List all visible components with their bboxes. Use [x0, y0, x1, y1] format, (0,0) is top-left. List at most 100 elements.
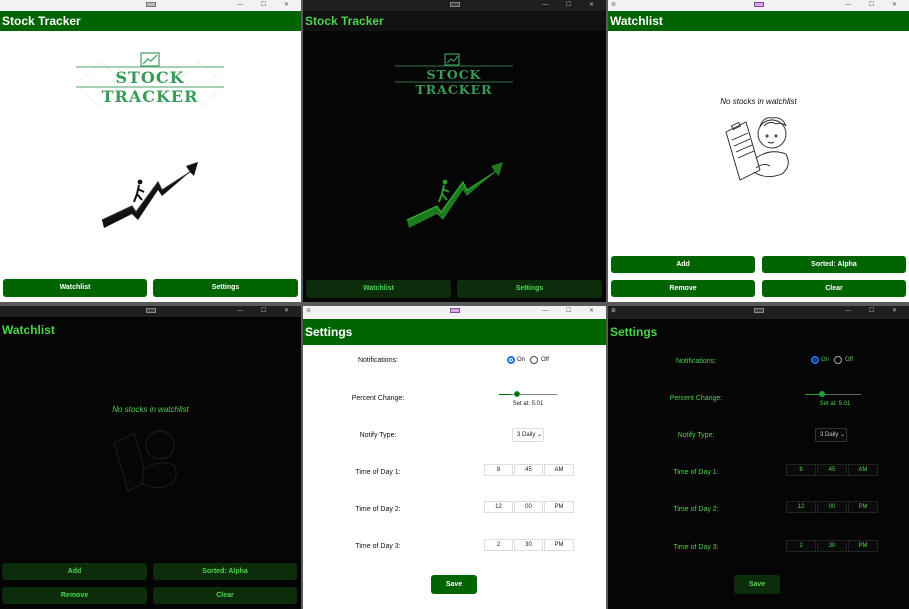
time2-label: Time of Day 2: — [673, 506, 719, 513]
slider-value-text: Set at: 5.01 — [819, 401, 851, 407]
time2-hour-field[interactable]: 12 — [786, 501, 816, 513]
window-handle[interactable] — [449, 2, 460, 7]
settings-window-dark: ⊕ — ☐ ✕ Settings Notifications: On Off P… — [608, 306, 909, 609]
slider-thumb[interactable] — [514, 391, 520, 397]
page-title: Watchlist — [0, 319, 301, 341]
window-controls[interactable]: — ☐ ✕ — [845, 0, 905, 10]
percent-change-label: Percent Change: — [669, 395, 723, 402]
slider-value-text: Set at: 5.01 — [512, 401, 544, 407]
logo-title: STOCK TRACKER — [415, 67, 493, 97]
clear-button[interactable]: Clear — [153, 587, 297, 604]
person-clipboard-icon — [725, 117, 789, 181]
app-icon: ⊕ — [611, 2, 617, 8]
percent-change-label: Percent Change: — [351, 395, 405, 402]
time3-hour-field[interactable]: 2 — [786, 540, 816, 552]
slider-thumb[interactable] — [819, 391, 825, 397]
window-controls[interactable]: — ☐ ✕ — [845, 306, 905, 316]
title-bar: — ☐ ✕ — [0, 0, 301, 11]
watchlist-button[interactable]: Watchlist — [3, 279, 147, 297]
notifications-on-radio[interactable] — [811, 356, 819, 364]
time1-label: Time of Day 1: — [355, 469, 401, 476]
title-bar: — ☐ ✕ — [0, 306, 301, 317]
chevron-down-icon: ⌄ — [537, 432, 543, 438]
notifications-on-radio[interactable] — [507, 356, 515, 364]
watchlist-window-light: ⊕ — ☐ ✕ Watchlist No stocks in watchlist… — [608, 0, 909, 302]
add-button[interactable]: Add — [2, 563, 147, 580]
time2-minute-field[interactable]: 00 — [514, 501, 543, 513]
save-button[interactable]: Save — [734, 575, 780, 594]
title-bar: — ☐ ✕ — [303, 0, 606, 11]
slider-fill — [499, 394, 511, 395]
save-button[interactable]: Save — [431, 575, 477, 594]
radio-on-label: On — [517, 357, 526, 363]
settings-window-light: ⊕ — ☐ ✕ Settings Notifications: On Off P… — [303, 306, 606, 609]
notify-type-value: 3 Daily — [517, 432, 536, 438]
notify-type-value: 3 Daily — [820, 432, 839, 438]
window-controls[interactable]: — ☐ ✕ — [237, 306, 297, 316]
time1-hour-field[interactable]: 8 — [484, 464, 513, 476]
watchlist-button[interactable]: Watchlist — [306, 280, 451, 298]
window-controls[interactable]: — ☐ ✕ — [542, 306, 602, 316]
notify-type-label: Notify Type: — [359, 432, 397, 439]
window-handle[interactable] — [449, 308, 460, 313]
time2-hour-field[interactable]: 12 — [484, 501, 513, 513]
time2-ampm-field[interactable]: PM — [848, 501, 878, 513]
title-bar: ⊕ — ☐ ✕ — [303, 306, 606, 319]
title-bar: ⊕ — ☐ ✕ — [608, 306, 909, 319]
notifications-label: Notifications: — [357, 357, 399, 364]
sort-button[interactable]: Sorted: Alpha — [762, 256, 906, 273]
time3-hour-field[interactable]: 2 — [484, 539, 513, 551]
notify-type-select[interactable]: 3 Daily ⌄ — [512, 428, 544, 442]
time2-ampm-field[interactable]: PM — [544, 501, 574, 513]
climbing-arrow-icon — [101, 162, 198, 228]
time1-ampm-field[interactable]: AM — [544, 464, 574, 476]
settings-button[interactable]: Settings — [457, 280, 602, 298]
time1-label: Time of Day 1: — [673, 469, 719, 476]
window-controls[interactable]: — ☐ ✕ — [542, 0, 602, 10]
time1-ampm-field[interactable]: AM — [848, 464, 878, 476]
notifications-off-radio[interactable] — [834, 356, 842, 364]
notifications-off-radio[interactable] — [530, 356, 538, 364]
window-handle[interactable] — [145, 2, 156, 7]
window-controls[interactable]: — ☐ ✕ — [237, 0, 297, 10]
logo: STOCK TRACKER — [395, 52, 513, 97]
time2-minute-field[interactable]: 00 — [817, 501, 847, 513]
window-handle[interactable] — [145, 308, 156, 313]
home-window-dark: — ☐ ✕ Stock Tracker STOCK TRACKER Watchl… — [303, 0, 606, 302]
page-title: Settings — [608, 319, 909, 345]
title-bar: ⊕ — ☐ ✕ — [608, 0, 909, 11]
remove-button[interactable]: Remove — [2, 587, 147, 604]
notify-type-select[interactable]: 3 Daily ⌄ — [815, 428, 847, 442]
time1-minute-field[interactable]: 45 — [514, 464, 543, 476]
empty-state-text: No stocks in watchlist — [112, 405, 189, 414]
page-title: Stock Tracker — [303, 11, 606, 31]
time1-hour-field[interactable]: 8 — [786, 464, 816, 476]
app-icon: ⊕ — [306, 308, 312, 314]
radio-on-label: On — [821, 357, 830, 363]
time2-label: Time of Day 2: — [355, 506, 401, 513]
logo-title: STOCK TRACKER — [101, 68, 199, 106]
time3-label: Time of Day 3: — [355, 543, 401, 550]
radio-off-label: Off — [845, 357, 853, 363]
empty-state-text: No stocks in watchlist — [720, 97, 797, 106]
time3-minute-field[interactable]: 30 — [514, 539, 543, 551]
window-handle[interactable] — [753, 308, 764, 313]
window-handle[interactable] — [753, 2, 764, 7]
settings-button[interactable]: Settings — [153, 279, 298, 297]
time3-ampm-field[interactable]: PM — [544, 539, 574, 551]
clear-button[interactable]: Clear — [762, 280, 906, 297]
home-window-light: — ☐ ✕ Stock Tracker STOCK TRACKER Watchl… — [0, 0, 301, 302]
time1-minute-field[interactable]: 45 — [817, 464, 847, 476]
page-title: Stock Tracker — [0, 11, 301, 31]
time3-label: Time of Day 3: — [673, 544, 719, 551]
person-clipboard-icon — [113, 430, 177, 492]
time3-minute-field[interactable]: 30 — [817, 540, 847, 552]
climbing-arrow-icon — [406, 162, 503, 228]
time3-ampm-field[interactable]: PM — [848, 540, 878, 552]
add-button[interactable]: Add — [611, 256, 755, 273]
sort-button[interactable]: Sorted: Alpha — [153, 563, 297, 580]
notifications-label: Notifications: — [675, 358, 717, 365]
radio-off-label: Off — [541, 357, 549, 363]
remove-button[interactable]: Remove — [611, 280, 755, 297]
watchlist-window-dark: — ☐ ✕ Watchlist No stocks in watchlist A… — [0, 306, 301, 609]
